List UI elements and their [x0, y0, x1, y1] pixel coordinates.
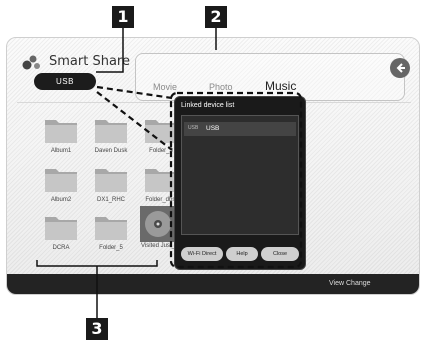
- callout-marker-1: 1: [112, 6, 134, 28]
- bottom-status-bar: View Change: [7, 274, 419, 294]
- file-item[interactable]: DX1_RHC: [89, 165, 133, 203]
- view-change-hint[interactable]: View Change: [329, 280, 371, 287]
- callout-marker-2: 2: [205, 6, 227, 28]
- wifi-direct-button[interactable]: Wi-Fi Direct: [181, 247, 223, 261]
- device-name: USB: [206, 125, 220, 132]
- folder-icon: [44, 116, 78, 144]
- help-button[interactable]: Help: [226, 247, 258, 261]
- file-name: Folder_5: [99, 245, 123, 251]
- callout-marker-3: 3: [86, 318, 108, 340]
- file-name: Album1: [50, 148, 72, 154]
- file-name: DCRA: [52, 245, 70, 251]
- music-album-art-icon: [140, 206, 176, 242]
- back-button[interactable]: [390, 58, 410, 78]
- close-button[interactable]: Close: [261, 247, 299, 261]
- smart-share-logo-icon: [21, 54, 43, 72]
- callout-number-3: 3: [91, 319, 103, 338]
- callout-number-2: 2: [210, 7, 222, 26]
- file-item[interactable]: Folder_5: [89, 213, 133, 251]
- popup-title: Linked device list: [181, 102, 235, 109]
- usb-source-button[interactable]: USB: [34, 73, 96, 90]
- device-list-item[interactable]: USB USB: [184, 122, 296, 136]
- usb-icon: USB: [188, 125, 199, 131]
- back-arrow-icon: [396, 63, 405, 73]
- folder-icon: [94, 116, 128, 144]
- folder-icon: [94, 165, 128, 193]
- tab-music[interactable]: Music: [265, 79, 296, 93]
- folder-icon: [144, 165, 178, 193]
- file-name: Album2: [50, 197, 72, 203]
- file-item[interactable]: Album1: [39, 116, 83, 154]
- device-list: USB USB: [181, 115, 299, 235]
- manual-figure: 1 2 3 Smart Share USB Movie Photo Music: [0, 0, 424, 348]
- folder-icon: [44, 165, 78, 193]
- file-name: Daven Dusk: [94, 148, 128, 154]
- file-item[interactable]: Album2: [39, 165, 83, 203]
- file-item[interactable]: Daven Dusk: [89, 116, 133, 154]
- file-item[interactable]: DCRA: [39, 213, 83, 251]
- linked-device-popup: Linked device list USB USB Wi-Fi Direct …: [175, 97, 305, 269]
- tab-photo[interactable]: Photo: [209, 82, 233, 92]
- callout-number-1: 1: [117, 7, 129, 26]
- tab-movie[interactable]: Movie: [153, 82, 177, 92]
- file-name: DX1_RHC: [96, 197, 125, 203]
- app-title: Smart Share: [49, 54, 130, 69]
- category-tab-bar: [135, 53, 405, 101]
- folder-icon: [144, 116, 178, 144]
- folder-icon: [94, 213, 128, 241]
- tv-screen: Smart Share USB Movie Photo Music Album1…: [6, 37, 420, 295]
- folder-icon: [44, 213, 78, 241]
